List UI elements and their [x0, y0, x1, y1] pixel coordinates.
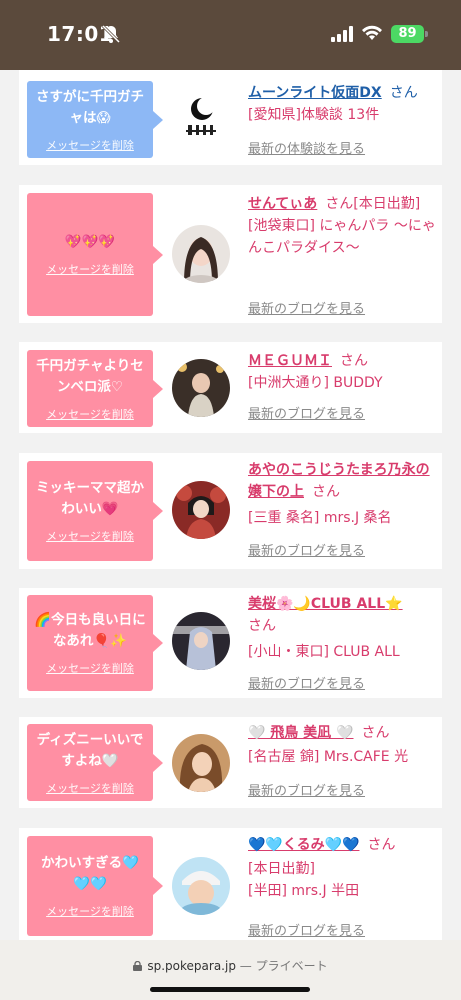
profile-avatar[interactable]	[172, 857, 230, 915]
profile-info: 美桜🌸🌙CLUB ALL⭐ さん [小山・東口] CLUB ALL	[248, 593, 438, 663]
profile-avatar[interactable]	[172, 225, 230, 283]
name-suffix: さん	[367, 837, 396, 853]
profile-detail: [三重 桑名] mrs.J 桑名	[248, 510, 392, 526]
delete-message-link[interactable]: メッセージを削除	[46, 528, 134, 544]
name-suffix: さん	[248, 618, 276, 634]
message-bubble: ミッキーママ超かわいい💗 メッセージを削除	[27, 461, 163, 561]
profile-detail: [池袋東口] にゃんパラ 〜にゃんこパラダイス〜	[248, 218, 436, 256]
view-latest-link[interactable]: 最新のブログを見る	[248, 673, 365, 692]
profile-info: あやのこうじうたまろ乃永の嬢下の上 さん [三重 桑名] mrs.J 桑名	[248, 459, 438, 529]
message-bubble: 千円ガチャよりセンベロ派♡ メッセージを削除	[27, 350, 163, 427]
delete-message-link[interactable]: メッセージを削除	[46, 406, 134, 422]
message-card: 💖💖💖 メッセージを削除 せんてぃあ さん[本日出勤] [池袋東口] にゃんパラ …	[19, 185, 442, 323]
profile-info: ＭＥＧＵＭＩ さん [中洲大通り] BUDDY	[248, 350, 438, 394]
message-text: ディズニーいいですよね🤍	[36, 731, 144, 769]
profile-avatar[interactable]	[172, 612, 230, 670]
view-latest-link[interactable]: 最新のブログを見る	[248, 780, 365, 799]
view-latest-link[interactable]: 最新のブログを見る	[248, 403, 365, 422]
profile-info: せんてぃあ さん[本日出勤] [池袋東口] にゃんパラ 〜にゃんこパラダイス〜	[248, 193, 438, 259]
profile-info: 🤍 飛鳥 美凪 🤍 さん [名古屋 錦] Mrs.CAFE 光	[248, 722, 438, 768]
delete-message-link[interactable]: メッセージを削除	[46, 780, 134, 796]
message-text: 千円ガチャよりセンベロ派♡	[36, 357, 144, 395]
status-bar: 17:01 89	[0, 0, 461, 70]
profile-avatar[interactable]	[172, 359, 230, 417]
profile-avatar[interactable]	[172, 734, 230, 792]
profile-name-link[interactable]: せんてぃあ	[248, 196, 317, 212]
name-suffix: さん	[312, 484, 340, 500]
name-suffix: さん[本日出勤]	[325, 196, 421, 212]
bell-slash-icon	[101, 24, 121, 44]
name-suffix: さん	[361, 725, 390, 741]
profile-detail: [本日出勤]	[248, 861, 315, 877]
message-card: 千円ガチャよりセンベロ派♡ メッセージを削除 ＭＥＧＵＭＩ さん [中洲大通り] …	[19, 342, 442, 433]
message-bubble: ディズニーいいですよね🤍 メッセージを削除	[27, 724, 163, 801]
url-domain: sp.pokepara.jp	[147, 959, 236, 973]
message-card: さすがに千円ガチャは😱 メッセージを削除 ムーンライト仮面DX さん [愛知県]体…	[19, 70, 442, 165]
url-display[interactable]: sp.pokepara.jp — プライベート	[0, 957, 461, 974]
delete-message-link[interactable]: メッセージを削除	[46, 903, 134, 919]
message-bubble: 💖💖💖 メッセージを削除	[27, 193, 163, 316]
delete-message-link[interactable]: メッセージを削除	[46, 660, 134, 676]
view-latest-link[interactable]: 最新のブログを見る	[248, 540, 365, 559]
message-card: かわいすぎる🩵🩵🩵 メッセージを削除 💙🩵くるみ🩵💙 さん [本日出勤] [半田]…	[19, 828, 442, 940]
delete-message-link[interactable]: メッセージを削除	[46, 137, 134, 153]
delete-message-link[interactable]: メッセージを削除	[46, 261, 134, 277]
message-text: かわいすぎる🩵🩵🩵	[41, 855, 139, 892]
profile-name-link[interactable]: 🤍 飛鳥 美凪 🤍	[248, 725, 354, 741]
profile-detail: [名古屋 錦] Mrs.CAFE 光	[248, 749, 409, 765]
store-logo-avatar[interactable]	[172, 87, 230, 145]
name-suffix: さん	[389, 85, 418, 101]
home-indicator[interactable]	[150, 987, 310, 992]
message-card: 🌈今日も良い日になあれ🎈✨ メッセージを削除 美桜🌸🌙CLUB ALL⭐ さん […	[19, 588, 442, 698]
message-text: さすがに千円ガチャは😱	[36, 88, 144, 126]
message-text: 💖💖💖	[64, 234, 116, 250]
profile-detail: [半田] mrs.J 半田	[248, 883, 360, 899]
profile-name-link[interactable]: 美桜🌸🌙CLUB ALL⭐	[248, 596, 403, 612]
wifi-icon	[362, 25, 382, 40]
signal-icon	[331, 26, 353, 42]
private-mode-label: — プライベート	[239, 959, 328, 973]
message-card: ミッキーママ超かわいい💗 メッセージを削除 あやのこうじうたまろ乃永の嬢下の上さ…	[19, 453, 442, 569]
profile-name-link[interactable]: ムーンライト仮面DX	[248, 85, 382, 101]
message-text: ミッキーママ超かわいい💗	[36, 480, 144, 517]
profile-name-link[interactable]: ＭＥＧＵＭＩ	[248, 353, 332, 369]
lock-icon	[133, 961, 143, 971]
message-feed[interactable]: さすがに千円ガチャは😱 メッセージを削除 ムーンライト仮面DX さん [愛知県]体…	[0, 70, 461, 940]
message-bubble: かわいすぎる🩵🩵🩵 メッセージを削除	[27, 836, 163, 936]
profile-detail: [愛知県]体験談 13件	[248, 107, 380, 123]
message-bubble: 🌈今日も良い日になあれ🎈✨ メッセージを削除	[27, 595, 163, 691]
message-bubble: さすがに千円ガチャは😱 メッセージを削除	[27, 81, 163, 158]
battery-indicator: 89	[391, 25, 428, 43]
message-card: ディズニーいいですよね🤍 メッセージを削除 🤍 飛鳥 美凪 🤍 さん [名古屋 錦…	[19, 717, 442, 808]
profile-detail: [小山・東口] CLUB ALL	[248, 644, 400, 660]
name-suffix: さん	[340, 353, 368, 369]
message-text: 🌈今日も良い日になあれ🎈✨	[34, 612, 146, 649]
view-latest-link[interactable]: 最新の体験談を見る	[248, 138, 365, 157]
profile-info: ムーンライト仮面DX さん [愛知県]体験談 13件	[248, 82, 438, 126]
profile-detail: [中洲大通り] BUDDY	[248, 375, 383, 391]
view-latest-link[interactable]: 最新のブログを見る	[248, 298, 365, 317]
profile-info: 💙🩵くるみ🩵💙 さん [本日出勤] [半田] mrs.J 半田	[248, 834, 438, 902]
profile-avatar[interactable]	[172, 481, 230, 539]
profile-name-link[interactable]: 💙🩵くるみ🩵💙	[248, 837, 359, 853]
view-latest-link[interactable]: 最新のブログを見る	[248, 920, 365, 939]
